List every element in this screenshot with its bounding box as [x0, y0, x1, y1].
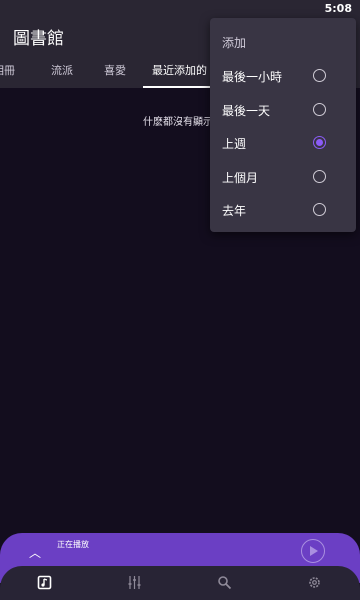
option-label: 最後一小時 — [222, 70, 283, 84]
menu-header: 添加 — [222, 36, 247, 50]
option-last-month[interactable]: 上個月 — [210, 160, 356, 194]
radio-button-selected-icon[interactable] — [313, 136, 326, 149]
library-icon[interactable] — [36, 574, 52, 590]
tab-recently-added[interactable]: 最近添加的 — [152, 54, 207, 88]
option-label: 上個月 — [222, 171, 259, 185]
radio-button-icon[interactable] — [313, 69, 326, 82]
equalizer-icon[interactable] — [126, 574, 142, 590]
radio-button-icon[interactable] — [313, 103, 326, 116]
added-filter-menu: 添加 最後一小時 最後一天 上週 上個月 去年 — [210, 18, 356, 232]
radio-button-icon[interactable] — [313, 170, 326, 183]
bottom-nav — [0, 566, 360, 600]
chevron-up-icon[interactable]: ︿ — [29, 544, 41, 561]
play-icon[interactable] — [301, 539, 325, 563]
radio-button-icon[interactable] — [313, 203, 326, 216]
search-icon[interactable] — [216, 574, 232, 590]
tab-indicator — [143, 86, 213, 88]
settings-icon[interactable] — [306, 574, 322, 590]
status-bar: 5:08 — [0, 0, 360, 18]
tab-genres[interactable]: 流派 — [51, 54, 73, 88]
tab-favorites[interactable]: 喜愛 — [104, 54, 126, 88]
option-last-hour[interactable]: 最後一小時 — [210, 59, 356, 93]
status-time: 5:08 — [324, 2, 352, 15]
option-last-year[interactable]: 去年 — [210, 193, 356, 227]
option-label: 去年 — [222, 204, 247, 218]
option-last-day[interactable]: 最後一天 — [210, 93, 356, 127]
now-playing-label: 正在播放 — [57, 540, 89, 549]
tab-albums[interactable]: 相冊 — [0, 54, 15, 88]
option-label: 最後一天 — [222, 104, 271, 118]
option-label: 上週 — [222, 137, 247, 151]
option-last-week[interactable]: 上週 — [210, 126, 356, 160]
empty-message: 什麽都沒有顯示 — [143, 117, 213, 128]
page-title: 圖書館 — [13, 29, 64, 49]
